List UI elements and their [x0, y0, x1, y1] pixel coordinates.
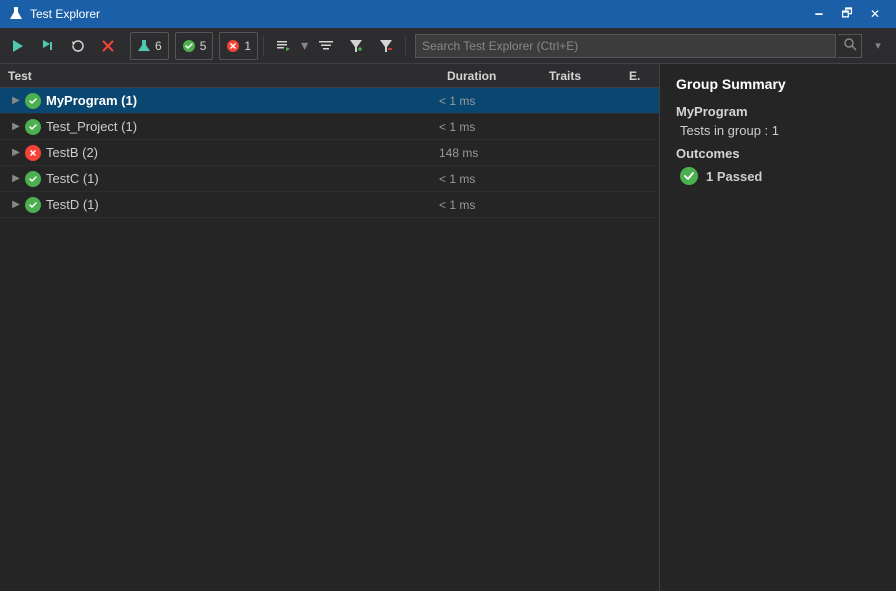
- test-name: TestB (2): [46, 145, 439, 160]
- restore-button[interactable]: 🗗: [834, 4, 860, 24]
- summary-title: Group Summary: [676, 76, 880, 92]
- column-headers: Test Duration Traits E.: [0, 64, 659, 88]
- summary-tests-in-group: Tests in group : 1: [676, 123, 880, 138]
- playlist-button[interactable]: [269, 32, 297, 60]
- cancel-button[interactable]: [94, 32, 122, 60]
- flask-count-button[interactable]: 6: [130, 32, 169, 60]
- test-name: MyProgram (1): [46, 93, 439, 108]
- outcome-pass-icon: [680, 167, 698, 185]
- main-content: Test Duration Traits E. ▶ MyProgram (1) …: [0, 64, 896, 591]
- run-all-button[interactable]: [4, 32, 32, 60]
- minimize-button[interactable]: 🗕: [806, 4, 832, 24]
- test-panel: Test Duration Traits E. ▶ MyProgram (1) …: [0, 64, 660, 591]
- status-icon-pass: [24, 92, 42, 110]
- pass-count-button[interactable]: 5: [175, 32, 214, 60]
- search-input[interactable]: [415, 34, 836, 58]
- status-icon-pass: [24, 118, 42, 136]
- run-selected-button[interactable]: [34, 32, 62, 60]
- table-row[interactable]: ▶ TestD (1) < 1 ms: [0, 192, 659, 218]
- table-row[interactable]: ▶ TestB (2) 148 ms: [0, 140, 659, 166]
- toolbar: 6 5 1 ▾ ▾: [0, 28, 896, 64]
- test-name: Test_Project (1): [46, 119, 439, 134]
- col-header-traits: Traits: [549, 69, 629, 83]
- summary-panel: Group Summary MyProgram Tests in group :…: [660, 64, 896, 591]
- pass-count-badge: 5: [200, 39, 207, 53]
- expand-icon[interactable]: ▶: [8, 145, 24, 161]
- status-icon-fail: [24, 144, 42, 162]
- test-name: TestC (1): [46, 171, 439, 186]
- expand-icon[interactable]: ▶: [8, 197, 24, 213]
- outcome-pass-label: 1 Passed: [706, 169, 762, 184]
- status-icon-pass: [24, 196, 42, 214]
- table-row[interactable]: ▶ Test_Project (1) < 1 ms: [0, 114, 659, 140]
- window-title: Test Explorer: [30, 7, 100, 21]
- flask-icon: [8, 6, 24, 22]
- test-list: ▶ MyProgram (1) < 1 ms ▶: [0, 88, 659, 591]
- table-row[interactable]: ▶ MyProgram (1) < 1 ms: [0, 88, 659, 114]
- test-duration: < 1 ms: [439, 120, 549, 134]
- col-header-duration: Duration: [439, 69, 549, 83]
- summary-group-name: MyProgram: [676, 104, 880, 119]
- test-name: TestD (1): [46, 197, 439, 212]
- expand-icon[interactable]: ▶: [8, 171, 24, 187]
- separator-2: [405, 36, 406, 56]
- fail-count-badge: 1: [244, 39, 251, 53]
- search-button[interactable]: [838, 34, 862, 58]
- sort-group-button[interactable]: [312, 32, 340, 60]
- expand-icon[interactable]: ▶: [8, 93, 24, 109]
- more-toolbar-icon: ▾: [301, 37, 308, 54]
- title-bar: Test Explorer 🗕 🗗 ✕: [0, 0, 896, 28]
- summary-outcomes-label: Outcomes: [676, 146, 880, 161]
- status-icon-pass: [24, 170, 42, 188]
- rerun-button[interactable]: [64, 32, 92, 60]
- summary-outcome-row: 1 Passed: [676, 167, 880, 185]
- test-duration: < 1 ms: [439, 94, 549, 108]
- expand-icon[interactable]: ▶: [8, 119, 24, 135]
- test-duration: 148 ms: [439, 146, 549, 160]
- test-duration: < 1 ms: [439, 172, 549, 186]
- total-count-badge: 6: [155, 39, 162, 53]
- test-duration: < 1 ms: [439, 198, 549, 212]
- close-button[interactable]: ✕: [862, 4, 888, 24]
- remove-filter-button[interactable]: [372, 32, 400, 60]
- col-header-test: Test: [0, 69, 439, 83]
- search-options-button[interactable]: ▾: [864, 32, 892, 60]
- col-header-e: E.: [629, 69, 659, 83]
- add-filter-button[interactable]: [342, 32, 370, 60]
- fail-count-button[interactable]: 1: [219, 32, 258, 60]
- separator-1: [263, 36, 264, 56]
- table-row[interactable]: ▶ TestC (1) < 1 ms: [0, 166, 659, 192]
